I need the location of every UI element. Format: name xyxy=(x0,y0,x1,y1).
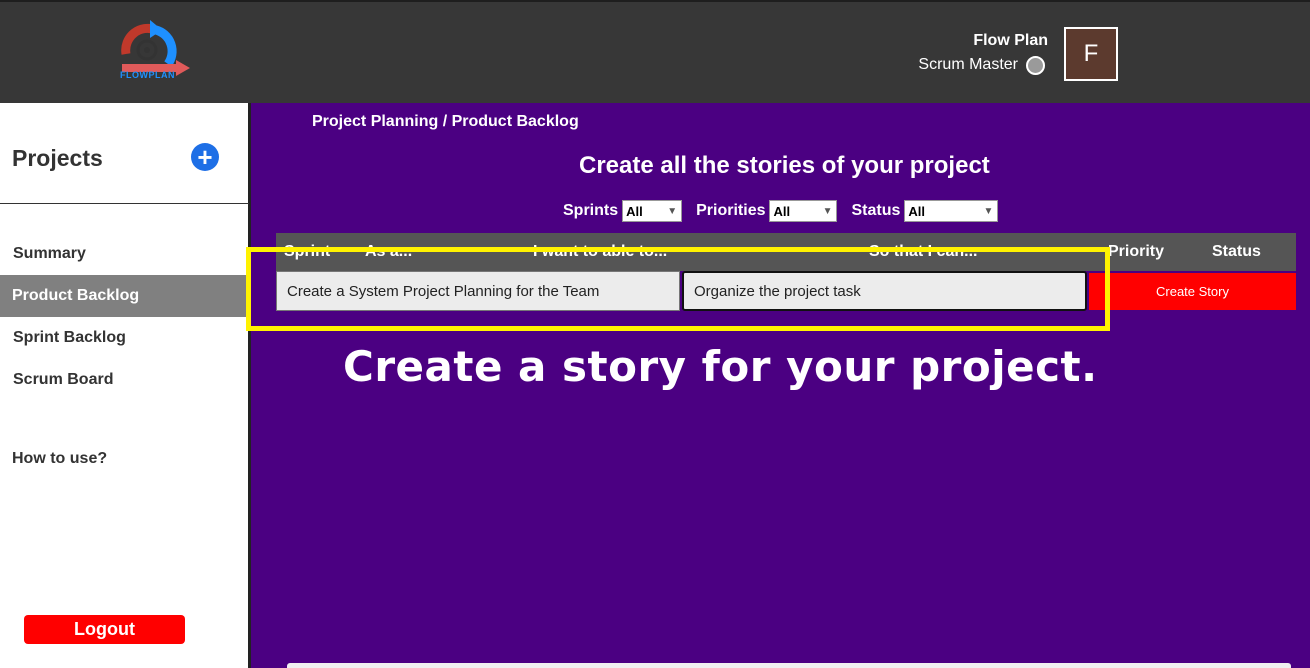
column-so-that: So that I can... xyxy=(869,243,978,260)
how-to-use-link[interactable]: How to use? xyxy=(12,450,107,468)
column-status: Status xyxy=(1212,243,1261,260)
app-name: Flow Plan xyxy=(973,32,1048,49)
chevron-down-icon: ▼ xyxy=(667,205,678,217)
avatar[interactable]: F xyxy=(1064,27,1118,81)
priorities-select-value: All xyxy=(773,203,791,219)
top-bar: FLOWPLAN Flow Plan Scrum Master F xyxy=(0,0,1310,103)
so-that-input[interactable]: Organize the project task xyxy=(682,271,1087,311)
sidebar: Projects + Summary Product Backlog Sprin… xyxy=(0,103,251,668)
column-want: I want to able to... xyxy=(533,243,668,260)
breadcrumb: Project Planning / Product Backlog xyxy=(312,113,579,130)
filter-bar: Sprints All ▼ Priorities All ▼ Status Al… xyxy=(563,199,1012,223)
sidebar-item-sprint-backlog[interactable]: Sprint Backlog xyxy=(0,317,248,359)
table-row: Create a System Project Planning for the… xyxy=(276,271,1296,311)
sprints-select-value: All xyxy=(626,203,643,219)
page-title: Create all the stories of your project xyxy=(579,152,990,179)
column-sprint: Sprint xyxy=(284,243,331,260)
column-as-a: As a... xyxy=(365,243,413,260)
add-project-button[interactable]: + xyxy=(191,143,219,171)
scroll-strip xyxy=(287,663,1291,668)
sidebar-divider xyxy=(0,203,249,204)
sidebar-item-scrum-board[interactable]: Scrum Board xyxy=(0,359,248,401)
projects-title: Projects xyxy=(12,145,103,171)
tutorial-caption: Create a story for your project. xyxy=(343,342,1098,391)
want-input[interactable]: Create a System Project Planning for the… xyxy=(276,271,680,311)
filter-label-status: Status xyxy=(851,202,901,219)
column-priority: Priority xyxy=(1108,243,1165,260)
logout-button[interactable]: Logout xyxy=(24,615,185,644)
priorities-select[interactable]: All ▼ xyxy=(769,200,838,222)
status-select-value: All xyxy=(908,203,926,219)
table-header: Sprint As a... I want to able to... So t… xyxy=(276,233,1296,271)
filter-label-priorities: Priorities xyxy=(696,202,766,219)
status-dot-icon xyxy=(1026,56,1045,75)
sidebar-item-product-backlog[interactable]: Product Backlog xyxy=(0,275,248,317)
chevron-down-icon: ▼ xyxy=(822,205,833,217)
filter-label-sprints: Sprints xyxy=(563,202,619,219)
status-select[interactable]: All ▼ xyxy=(904,200,999,222)
user-role: Scrum Master xyxy=(918,56,1018,73)
sidebar-item-summary[interactable]: Summary xyxy=(0,233,248,275)
create-story-button[interactable]: Create Story xyxy=(1089,273,1296,310)
logo-text: FLOWPLAN xyxy=(120,70,175,80)
chevron-down-icon: ▼ xyxy=(983,205,994,217)
sprints-select[interactable]: All ▼ xyxy=(622,200,683,222)
